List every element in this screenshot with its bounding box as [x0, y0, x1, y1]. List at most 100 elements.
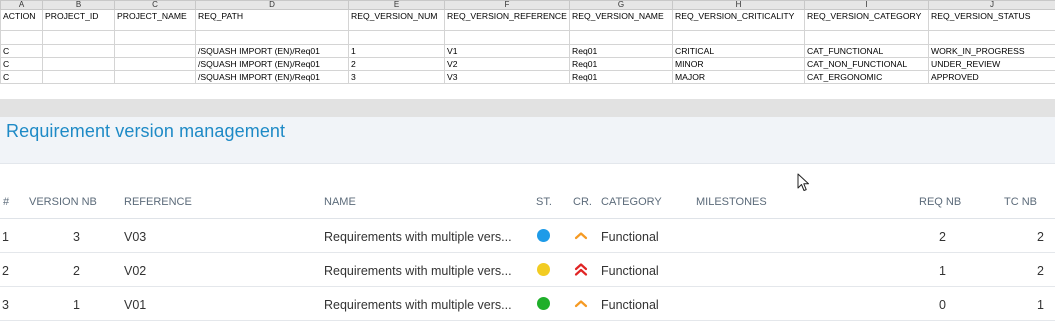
version-row[interactable]: 1 3 V03 Requirements with multiple vers.…: [0, 219, 1055, 253]
column-letter[interactable]: J: [928, 0, 1055, 10]
chevron-up-icon: [574, 232, 588, 240]
sheet-cell[interactable]: Req01: [569, 44, 673, 58]
sheet-cell[interactable]: V2: [444, 57, 570, 71]
sheet-cell[interactable]: UNDER_REVIEW: [928, 57, 1055, 71]
column-header-version-nb[interactable]: VERSION NB: [29, 196, 97, 208]
spreadsheet-blank-row: [0, 30, 1055, 45]
column-header-req-nb[interactable]: REQ NB: [919, 196, 961, 208]
sheet-cell[interactable]: [42, 44, 115, 58]
row-index: 3: [2, 298, 9, 312]
sheet-header-cell[interactable]: REQ_VERSION_CATEGORY: [804, 9, 929, 31]
sheet-cell[interactable]: [348, 30, 445, 45]
sheet-header-cell[interactable]: REQ_VERSION_CRITICALITY: [672, 9, 805, 31]
sheet-cell[interactable]: C: [0, 70, 43, 84]
column-header-milestones[interactable]: MILESTONES: [696, 196, 767, 208]
sheet-cell[interactable]: CAT_ERGONOMIC: [804, 70, 929, 84]
column-letter[interactable]: D: [195, 0, 349, 10]
sheet-cell[interactable]: 3: [348, 70, 445, 84]
sheet-cell[interactable]: [114, 30, 196, 45]
column-letter[interactable]: G: [569, 0, 673, 10]
sheet-cell[interactable]: 1: [348, 44, 445, 58]
sheet-header-cell[interactable]: PROJECT_ID: [42, 9, 115, 31]
tc-nb: 2: [1037, 264, 1044, 278]
sheet-cell[interactable]: 2: [348, 57, 445, 71]
sheet-cell[interactable]: /SQUASH IMPORT (EN)/Req01: [195, 44, 349, 58]
column-header-name[interactable]: NAME: [324, 196, 356, 208]
sheet-cell[interactable]: MINOR: [672, 57, 805, 71]
sheet-cell[interactable]: [114, 57, 196, 71]
sheet-cell[interactable]: [569, 30, 673, 45]
spreadsheet-data-row: C /SQUASH IMPORT (EN)/Req01 1 V1 Req01 C…: [0, 44, 1055, 58]
spreadsheet-data-row: C /SQUASH IMPORT (EN)/Req01 2 V2 Req01 M…: [0, 57, 1055, 71]
column-header-status[interactable]: ST.: [536, 196, 552, 208]
sheet-cell[interactable]: [42, 57, 115, 71]
sheet-header-cell[interactable]: REQ_PATH: [195, 9, 349, 31]
column-letter[interactable]: I: [804, 0, 929, 10]
panel-title: Requirement version management: [6, 121, 286, 141]
column-letter[interactable]: B: [42, 0, 115, 10]
column-letter[interactable]: A: [0, 0, 43, 10]
sheet-cell[interactable]: C: [0, 44, 43, 58]
sheet-cell[interactable]: [444, 30, 570, 45]
sheet-cell[interactable]: [114, 70, 196, 84]
sheet-cell[interactable]: MAJOR: [672, 70, 805, 84]
column-letter[interactable]: F: [444, 0, 570, 10]
req-nb: 1: [939, 264, 946, 278]
column-header-reference[interactable]: REFERENCE: [124, 196, 192, 208]
sheet-header-cell[interactable]: ACTION: [0, 9, 43, 31]
sheet-cell[interactable]: V3: [444, 70, 570, 84]
sheet-cell[interactable]: Req01: [569, 57, 673, 71]
column-letter[interactable]: C: [114, 0, 196, 10]
sheet-cell[interactable]: [928, 30, 1055, 45]
separator-band: [0, 99, 1055, 117]
sheet-cell[interactable]: WORK_IN_PROGRESS: [928, 44, 1055, 58]
sheet-header-cell[interactable]: REQ_VERSION_NUM: [348, 9, 445, 31]
sheet-header-cell[interactable]: REQ_VERSION_NAME: [569, 9, 673, 31]
spreadsheet: A B C D E F G H I J ACTION PROJECT_ID PR…: [0, 0, 1055, 99]
sheet-header-cell[interactable]: PROJECT_NAME: [114, 9, 196, 31]
status-dot-icon: [537, 229, 550, 242]
column-letter[interactable]: H: [672, 0, 805, 10]
spreadsheet-data-row: C /SQUASH IMPORT (EN)/Req01 3 V3 Req01 M…: [0, 70, 1055, 84]
version-name[interactable]: Requirements with multiple vers...: [324, 264, 512, 278]
spreadsheet-table: A B C D E F G H I J ACTION PROJECT_ID PR…: [0, 0, 1055, 84]
sheet-cell[interactable]: C: [0, 57, 43, 71]
grid-header-row: # VERSION NB REFERENCE NAME ST. CR. CATE…: [0, 165, 1055, 219]
spreadsheet-header-row: ACTION PROJECT_ID PROJECT_NAME REQ_PATH …: [0, 9, 1055, 31]
sheet-cell[interactable]: [804, 30, 929, 45]
sheet-cell[interactable]: [114, 44, 196, 58]
panel-header: Requirement version management: [0, 117, 1055, 164]
category: Functional: [601, 264, 659, 278]
tc-nb: 2: [1037, 230, 1044, 244]
sheet-cell[interactable]: CAT_NON_FUNCTIONAL: [804, 57, 929, 71]
column-header-category[interactable]: CATEGORY: [601, 196, 662, 208]
sheet-header-cell[interactable]: REQ_VERSION_REFERENCE: [444, 9, 570, 31]
sheet-cell[interactable]: [195, 30, 349, 45]
sheet-cell[interactable]: CAT_FUNCTIONAL: [804, 44, 929, 58]
sheet-cell[interactable]: APPROVED: [928, 70, 1055, 84]
double-chevron-up-icon: [574, 263, 588, 276]
sheet-cell[interactable]: [672, 30, 805, 45]
mouse-pointer-icon: [797, 173, 809, 191]
sheet-cell[interactable]: CRITICAL: [672, 44, 805, 58]
sheet-cell[interactable]: /SQUASH IMPORT (EN)/Req01: [195, 57, 349, 71]
column-header-index[interactable]: #: [3, 196, 9, 208]
sheet-cell[interactable]: /SQUASH IMPORT (EN)/Req01: [195, 70, 349, 84]
version-row[interactable]: 3 1 V01 Requirements with multiple vers.…: [0, 287, 1055, 321]
sheet-cell[interactable]: V1: [444, 44, 570, 58]
column-letter[interactable]: E: [348, 0, 445, 10]
sheet-cell[interactable]: [0, 30, 43, 45]
status-dot-icon: [537, 263, 550, 276]
sheet-header-cell[interactable]: REQ_VERSION_STATUS: [928, 9, 1055, 31]
column-header-criticality[interactable]: CR.: [573, 196, 592, 208]
sheet-cell[interactable]: [42, 30, 115, 45]
version-grid: # VERSION NB REFERENCE NAME ST. CR. CATE…: [0, 165, 1055, 322]
version-name[interactable]: Requirements with multiple vers...: [324, 298, 512, 312]
sheet-cell[interactable]: Req01: [569, 70, 673, 84]
version-nb: 3: [73, 230, 80, 244]
version-name[interactable]: Requirements with multiple vers...: [324, 230, 512, 244]
column-header-tc-nb[interactable]: TC NB: [1004, 196, 1037, 208]
version-row[interactable]: 2 2 V02 Requirements with multiple vers.…: [0, 253, 1055, 287]
reference: V03: [124, 230, 147, 244]
sheet-cell[interactable]: [42, 70, 115, 84]
